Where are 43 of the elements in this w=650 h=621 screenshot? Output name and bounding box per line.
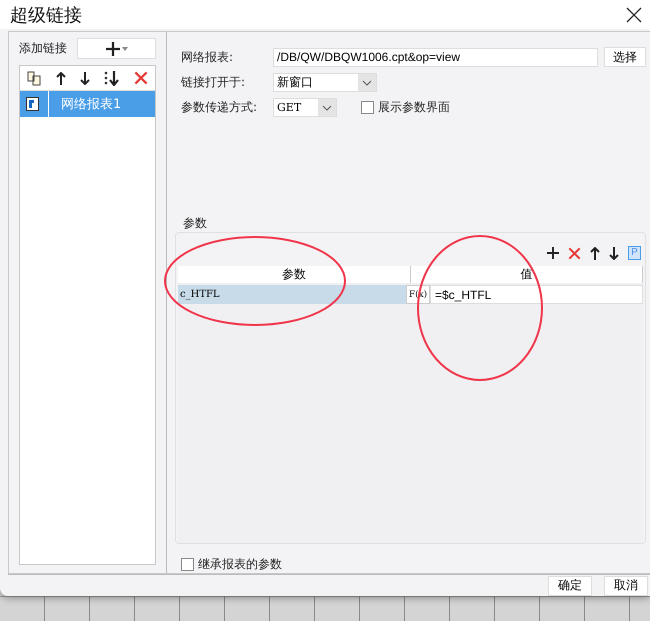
choose-button[interactable]: 选择 [604,47,646,68]
checkbox-label: 继承报表的参数 [198,556,282,574]
window-title: 超级链接 [10,4,82,27]
checkbox[interactable] [181,558,194,572]
field-label: 网络报表: [181,48,234,66]
report-icon [26,96,40,112]
plus-icon [106,42,120,56]
table-cell[interactable]: c_HTFL [178,285,406,304]
column-header: 值 [410,266,643,284]
copy-icon[interactable] [27,70,42,86]
cancel-button[interactable]: 取消 [604,576,648,596]
add-link-button[interactable] [77,38,156,60]
move-down-button[interactable] [80,72,90,85]
caret-icon [122,46,128,51]
delete-button[interactable] [568,246,581,260]
move-bottom-icon[interactable] [104,70,120,86]
dropdown[interactable]: GET [273,98,337,118]
chevron-icon [362,80,372,86]
column-header: 参数 [178,266,410,284]
arrow-up-icon [56,72,66,85]
delete-icon [568,246,581,260]
url-field[interactable]: /DB/QW/DBQW1006.cpt&op=view [273,48,598,67]
delete-icon [134,71,148,86]
checkbox[interactable] [361,101,374,114]
group-title: 参数 [182,215,208,232]
arrow-down-icon [80,72,90,85]
field-label: 链接打开于: [181,74,246,92]
add-button[interactable] [547,247,559,260]
move-up-button[interactable] [590,246,600,260]
move-down-button[interactable] [609,246,619,260]
dropdown[interactable]: 新窗口 [273,73,377,92]
chevron-icon [322,104,332,111]
value-field[interactable]: =$c_HTFL [430,285,643,304]
ok-button[interactable]: 确定 [548,576,592,596]
field-label: 参数传递方式: [181,99,258,116]
checkbox-label: 展示参数界面 [378,99,450,116]
arrow-up-icon [590,246,600,260]
plus-icon [547,247,559,260]
add-link-label: 添加链接 [19,40,67,58]
delete-button[interactable] [134,71,148,86]
close-icon[interactable] [626,6,642,23]
arrow-down-icon [609,246,619,260]
move-up-button[interactable] [56,72,66,85]
